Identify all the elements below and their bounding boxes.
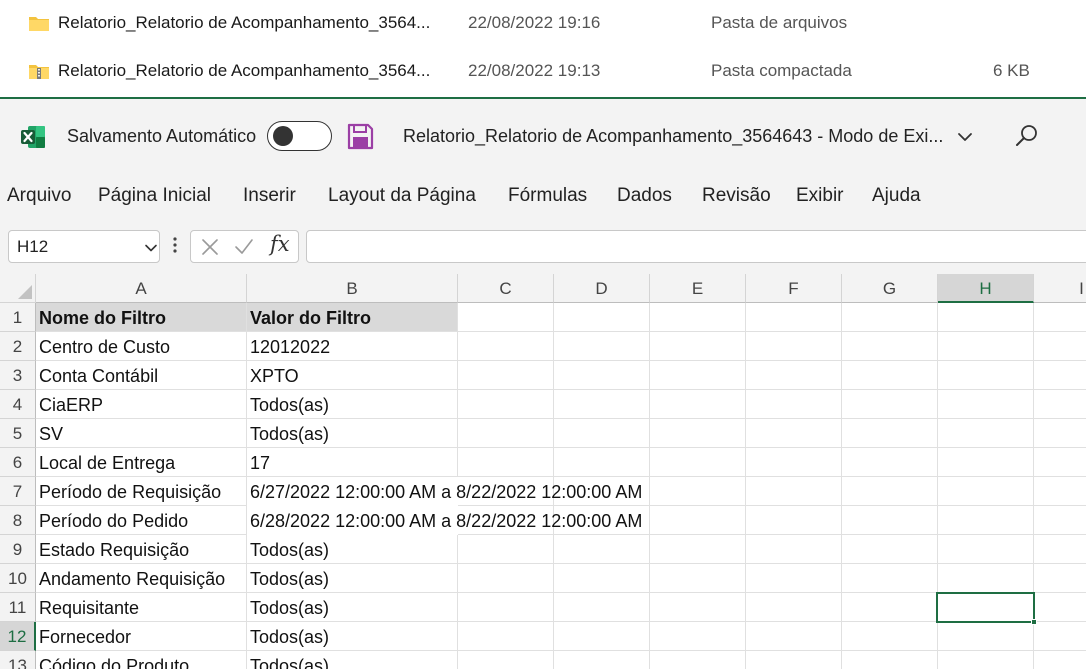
fill-handle[interactable] <box>1031 619 1037 625</box>
row-header-selected[interactable]: 12 <box>0 622 36 651</box>
row-header[interactable]: 10 <box>0 564 36 593</box>
tab-ajuda[interactable]: Ajuda <box>872 185 921 207</box>
cell-a8[interactable]: Período do Pedido <box>36 506 247 535</box>
cell-b7[interactable]: 6/27/2022 12:00:00 AM a 8/22/2022 12:00:… <box>247 477 642 506</box>
title-bar: Salvamento Automático Relatorio_Relatori… <box>0 99 1086 171</box>
cell-a10[interactable]: Andamento Requisição <box>36 564 247 593</box>
row-header[interactable]: 1 <box>0 303 36 332</box>
cell-b5[interactable]: Todos(as) <box>247 419 458 448</box>
formula-bar: H12 fx <box>0 220 1086 272</box>
insert-function-icon[interactable]: fx <box>270 232 290 256</box>
document-title[interactable]: Relatorio_Relatorio de Acompanhamento_35… <box>403 126 943 147</box>
formula-buttons: fx <box>190 230 299 263</box>
file-explorer-list: Relatorio_Relatorio de Acompanhamento_35… <box>0 0 1086 98</box>
column-header-f[interactable]: F <box>746 274 842 303</box>
gridline <box>841 303 842 669</box>
explorer-file-size: 6 KB <box>993 61 1030 80</box>
explorer-file-date: 22/08/2022 19:13 <box>468 61 601 80</box>
row-header[interactable]: 9 <box>0 535 36 564</box>
cell-a11[interactable]: Requisitante <box>36 593 247 622</box>
cell-a12[interactable]: Fornecedor <box>36 622 247 651</box>
cell-a3[interactable]: Conta Contábil <box>36 361 247 390</box>
cell-a6[interactable]: Local de Entrega <box>36 448 247 477</box>
cell-a9[interactable]: Estado Requisição <box>36 535 247 564</box>
cell-b2[interactable]: 12012022 <box>247 332 458 361</box>
folder-icon <box>29 17 49 31</box>
column-header-c[interactable]: C <box>458 274 554 303</box>
column-header-g[interactable]: G <box>842 274 938 303</box>
explorer-file-name: Relatorio_Relatorio de Acompanhamento_35… <box>58 61 431 80</box>
tab-revisao[interactable]: Revisão <box>702 185 771 207</box>
cell-b9[interactable]: Todos(as) <box>247 535 458 564</box>
cell-a4[interactable]: CiaERP <box>36 390 247 419</box>
cell-a7[interactable]: Período de Requisição <box>36 477 247 506</box>
explorer-file-date: 22/08/2022 19:16 <box>468 13 601 32</box>
tab-pagina-inicial[interactable]: Página Inicial <box>98 185 211 207</box>
explorer-file-type: Pasta compactada <box>711 61 852 80</box>
row-header[interactable]: 13 <box>0 651 36 669</box>
cell-a1[interactable]: Nome do Filtro <box>36 303 247 332</box>
cell-b1[interactable]: Valor do Filtro <box>247 303 458 332</box>
row-header[interactable]: 5 <box>0 419 36 448</box>
tab-arquivo[interactable]: Arquivo <box>7 185 71 207</box>
chevron-down-icon[interactable] <box>143 240 159 256</box>
chevron-down-icon[interactable] <box>955 127 975 147</box>
cell-b13[interactable]: Todos(as) <box>247 651 458 669</box>
cell-b11[interactable]: Todos(as) <box>247 593 458 622</box>
cell-b6[interactable]: 17 <box>247 448 458 477</box>
search-icon[interactable] <box>1014 123 1040 149</box>
row-header[interactable]: 8 <box>0 506 36 535</box>
tab-exibir[interactable]: Exibir <box>796 185 844 207</box>
tab-inserir[interactable]: Inserir <box>243 185 296 207</box>
ribbon-tabs: Arquivo Página Inicial Inserir Layout da… <box>0 171 1086 219</box>
explorer-file-type: Pasta de arquivos <box>711 13 848 32</box>
select-all-triangle-icon <box>18 285 32 299</box>
tab-layout-da-pagina[interactable]: Layout da Página <box>328 185 476 207</box>
cell-b4[interactable]: Todos(as) <box>247 390 458 419</box>
cell-b12[interactable]: Todos(as) <box>247 622 458 651</box>
spreadsheet-grid: A B C D E F G H I 1 2 3 4 5 6 7 8 9 10 1… <box>0 274 1086 669</box>
excel-icon <box>21 126 45 148</box>
active-cell-h12[interactable] <box>936 592 1037 625</box>
cell-a2[interactable]: Centro de Custo <box>36 332 247 361</box>
checkmark-icon[interactable] <box>234 238 254 256</box>
toggle-knob <box>273 126 293 146</box>
name-box[interactable]: H12 <box>8 230 160 263</box>
column-header-b[interactable]: B <box>247 274 458 303</box>
tab-formulas[interactable]: Fórmulas <box>508 185 587 207</box>
row-header[interactable]: 6 <box>0 448 36 477</box>
cell-b10[interactable]: Todos(as) <box>247 564 458 593</box>
column-header-e[interactable]: E <box>650 274 746 303</box>
row-header[interactable]: 11 <box>0 593 36 622</box>
cell-a13[interactable]: Código do Produto <box>36 651 247 669</box>
explorer-row-zip[interactable]: Relatorio_Relatorio de Acompanhamento_35… <box>0 48 1086 96</box>
autosave-toggle[interactable] <box>267 121 332 151</box>
column-header-h[interactable]: H <box>938 274 1034 303</box>
autosave-label: Salvamento Automático <box>67 126 257 146</box>
column-header-i[interactable]: I <box>1034 274 1086 303</box>
name-box-value: H12 <box>17 237 49 256</box>
gridline <box>649 303 650 669</box>
zip-folder-icon <box>29 65 49 79</box>
gridline <box>745 303 746 669</box>
explorer-file-name: Relatorio_Relatorio de Acompanhamento_35… <box>58 13 431 32</box>
cell-a5[interactable]: SV <box>36 419 247 448</box>
formula-input[interactable] <box>306 230 1086 263</box>
row-header[interactable]: 3 <box>0 361 36 390</box>
select-all-corner[interactable] <box>0 274 36 303</box>
row-header[interactable]: 7 <box>0 477 36 506</box>
explorer-row-folder[interactable]: Relatorio_Relatorio de Acompanhamento_35… <box>0 0 1086 48</box>
row-header[interactable]: 4 <box>0 390 36 419</box>
tab-dados[interactable]: Dados <box>617 185 672 207</box>
column-header-a[interactable]: A <box>36 274 247 303</box>
save-icon[interactable] <box>347 123 374 150</box>
cell-b3[interactable]: XPTO <box>247 361 458 390</box>
more-options-icon[interactable] <box>170 232 180 258</box>
row-header[interactable]: 2 <box>0 332 36 361</box>
cancel-icon[interactable] <box>201 238 219 256</box>
cell-b8[interactable]: 6/28/2022 12:00:00 AM a 8/22/2022 12:00:… <box>247 506 642 535</box>
excel-window: Salvamento Automático Relatorio_Relatori… <box>0 97 1086 669</box>
column-header-d[interactable]: D <box>554 274 650 303</box>
